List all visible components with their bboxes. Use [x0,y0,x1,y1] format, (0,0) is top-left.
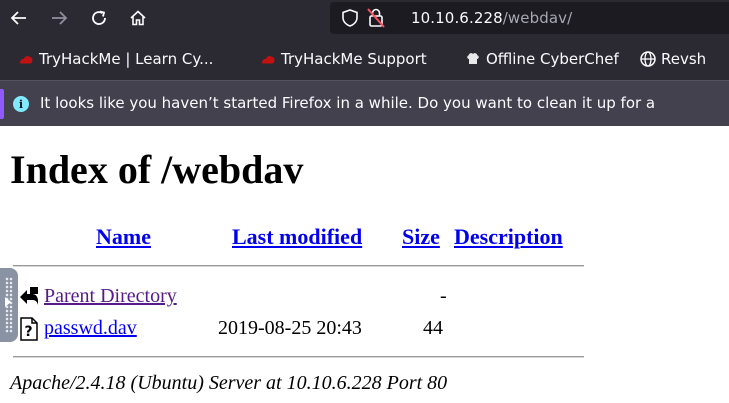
notification-accent [0,89,4,119]
footer-divider [13,356,584,358]
bookmark-revshells[interactable]: Revsh [639,49,706,69]
directory-listing-page: Index of /webdav Name Last modified Size… [0,126,729,403]
tracking-protection-shield-icon[interactable] [340,8,360,28]
row-last-modified: 2019-08-25 20:43 [218,317,362,339]
insecure-lock-icon[interactable] [366,7,386,29]
bookmark-label: TryHackMe | Learn Cy... [39,50,214,68]
svg-text:?: ? [25,324,33,340]
home-icon [130,10,146,26]
navigation-toolbar: 10.10.6.228/webdav/ [0,0,729,36]
bookmark-tryhackme-learn[interactable]: TryHackMe | Learn Cy... [17,49,213,69]
info-icon: i [13,96,29,112]
expand-arrow-icon [5,297,11,307]
column-header-size[interactable]: Size [402,224,440,250]
row-size: 44 [423,317,443,339]
page-title: Index of /webdav [10,147,304,192]
tryhackme-icon [262,55,275,64]
reload-icon [92,10,106,25]
tryhackme-icon [20,55,33,64]
cyberchef-icon [467,53,479,64]
bookmark-offline-cyberchef[interactable]: Offline CyberChef [464,49,619,69]
bookmark-label: TryHackMe Support [281,50,427,68]
column-header-name[interactable]: Name [96,224,151,250]
bookmarks-toolbar: TryHackMe | Learn Cy... TryHackMe Suppor… [0,36,729,80]
column-header-description[interactable]: Description [454,224,563,250]
url-path: /webdav/ [502,9,573,27]
back-arrow-icon [20,287,38,305]
url-text[interactable]: 10.10.6.228/webdav/ [411,9,572,27]
bookmark-label: Offline CyberChef [486,50,619,68]
notification-message: It looks like you haven’t started Firefo… [40,94,656,112]
row-size: - [440,285,447,307]
unknown-file-icon: ? [20,317,38,341]
globe-icon [640,51,656,67]
bookmark-label: Revsh [661,50,707,68]
forward-button[interactable] [45,4,73,32]
bookmark-tryhackme-support[interactable]: TryHackMe Support [259,49,427,69]
passwd-dav-link[interactable]: passwd.dav [44,317,137,340]
arrow-right-icon [52,11,68,25]
back-button[interactable] [5,4,33,32]
server-signature: Apache/2.4.18 (Ubuntu) Server at 10.10.6… [10,372,448,394]
reload-button[interactable] [85,4,113,32]
header-divider [13,265,584,267]
column-header-last-modified[interactable]: Last modified [232,224,362,250]
sidebar-handle[interactable] [0,268,18,342]
home-button[interactable] [124,4,152,32]
parent-directory-link[interactable]: Parent Directory [44,285,177,308]
arrow-left-icon [10,11,26,25]
url-host: 10.10.6.228 [411,9,503,27]
refresh-firefox-notification: i It looks like you haven’t started Fire… [0,80,729,126]
url-bar[interactable]: 10.10.6.228/webdav/ [330,2,729,34]
